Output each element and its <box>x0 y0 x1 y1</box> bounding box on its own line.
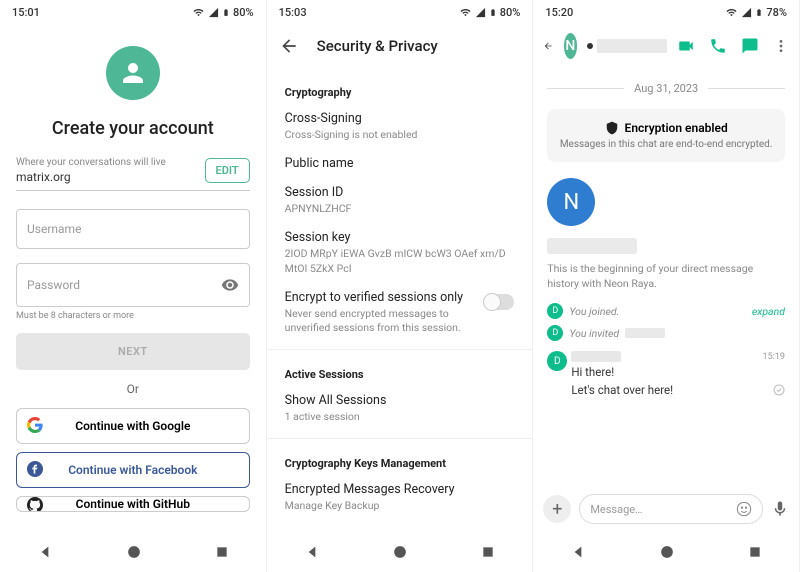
wifi-icon <box>725 7 738 18</box>
nav-recent-icon[interactable] <box>748 545 762 559</box>
nav-back-icon[interactable] <box>570 544 586 560</box>
page-title: Security & Privacy <box>317 37 438 55</box>
section-active-sessions: Active Sessions <box>285 368 515 381</box>
status-time: 15:03 <box>279 6 307 19</box>
status-bar: 15:20 78% <box>533 0 799 24</box>
video-call-icon[interactable] <box>677 37 695 55</box>
message-time: 15:19 <box>763 352 785 362</box>
setting-encrypted-recovery[interactable]: Encrypted Messages Recovery Manage Key B… <box>285 482 515 513</box>
wifi-icon <box>459 7 472 18</box>
edit-server-button[interactable]: EDIT <box>205 158 250 183</box>
section-keys-management: Cryptography Keys Management <box>285 457 515 470</box>
system-event-invited: D You invited <box>547 325 785 341</box>
shield-icon <box>605 121 619 135</box>
nav-recent-icon[interactable] <box>481 545 495 559</box>
android-nav-bar <box>267 532 533 572</box>
nav-home-icon[interactable] <box>660 545 674 559</box>
chat-avatar[interactable]: N <box>564 33 577 59</box>
battery-pct: 78% <box>766 6 787 19</box>
room-avatar: N <box>547 178 595 226</box>
divider <box>267 349 533 350</box>
status-bar: 15:01 80% <box>0 0 266 24</box>
chat-title-area[interactable] <box>587 39 667 53</box>
page-title: Create your account <box>52 118 214 139</box>
presence-dot-icon <box>587 43 593 49</box>
message-input[interactable]: Message… <box>579 494 763 524</box>
mic-icon[interactable] <box>771 500 789 518</box>
continue-github-button[interactable]: Continue with GitHub <box>16 496 250 512</box>
status-icons: 80% <box>192 6 254 19</box>
nav-recent-icon[interactable] <box>215 545 229 559</box>
more-options-icon[interactable] <box>773 38 789 54</box>
nav-home-icon[interactable] <box>127 545 141 559</box>
back-arrow-icon[interactable] <box>543 36 553 56</box>
wifi-icon <box>192 7 205 18</box>
divider <box>267 438 533 439</box>
status-icons: 78% <box>725 6 787 19</box>
signal-icon <box>208 7 219 18</box>
battery-icon <box>755 6 763 19</box>
section-cryptography: Cryptography <box>285 86 515 99</box>
android-nav-bar <box>0 532 266 572</box>
server-label: Where your conversations will live <box>16 157 166 168</box>
setting-show-all-sessions[interactable]: Show All Sessions 1 active session <box>285 393 515 424</box>
setting-session-key[interactable]: Session key 2IOD MRpY iEWA GvzB mICW bcW… <box>285 230 515 275</box>
signal-icon <box>475 7 486 18</box>
attach-button[interactable]: + <box>543 495 571 523</box>
threads-icon[interactable] <box>741 37 759 55</box>
message-avatar: D <box>547 351 567 371</box>
date-divider: Aug 31, 2023 <box>634 82 698 95</box>
continue-facebook-button[interactable]: Continue with Facebook <box>16 452 250 488</box>
battery-pct: 80% <box>500 6 521 19</box>
status-bar: 15:03 80% <box>267 0 533 24</box>
google-icon <box>27 417 43 436</box>
facebook-icon <box>27 461 43 480</box>
room-beginning-text: This is the beginning of your direct mes… <box>547 262 785 291</box>
voice-call-icon[interactable] <box>709 37 727 55</box>
encryption-card: Encryption enabled Messages in this chat… <box>547 109 785 162</box>
nav-back-icon[interactable] <box>304 544 320 560</box>
continue-google-button[interactable]: Continue with Google <box>16 408 250 444</box>
password-helper: Must be 8 characters or more <box>16 311 134 321</box>
emoji-icon[interactable] <box>736 501 752 517</box>
android-nav-bar <box>533 532 799 572</box>
message-text: Let's chat over here! <box>571 383 673 397</box>
back-arrow-icon[interactable] <box>279 36 299 56</box>
setting-encrypt-verified[interactable]: Encrypt to verified sessions only Never … <box>285 290 515 335</box>
nav-back-icon[interactable] <box>37 544 53 560</box>
setting-session-id[interactable]: Session ID APNYNLZHCF <box>285 185 515 216</box>
github-icon <box>27 497 43 512</box>
chat-name-redacted <box>597 39 667 53</box>
nav-home-icon[interactable] <box>393 545 407 559</box>
status-time: 15:20 <box>545 6 573 19</box>
message-text: Hi there! <box>571 365 785 379</box>
next-button[interactable]: NEXT <box>16 333 250 370</box>
battery-pct: 80% <box>233 6 254 19</box>
system-event-joined: D You joined. expand <box>547 303 785 319</box>
visibility-icon[interactable] <box>221 276 239 294</box>
status-icons: 80% <box>459 6 521 19</box>
setting-cross-signing[interactable]: Cross-Signing Cross-Signing is not enabl… <box>285 111 515 142</box>
status-time: 15:01 <box>12 6 40 19</box>
username-input[interactable]: Username <box>16 209 250 249</box>
battery-icon <box>222 6 230 19</box>
setting-public-name[interactable]: Public name <box>285 156 515 171</box>
server-name: matrix.org <box>16 170 166 184</box>
signal-icon <box>741 7 752 18</box>
expand-link[interactable]: expand <box>752 305 785 318</box>
or-divider: Or <box>127 382 139 396</box>
sender-redacted <box>571 351 621 362</box>
sent-check-icon <box>773 384 785 396</box>
encrypt-verified-toggle[interactable] <box>484 294 514 310</box>
password-input[interactable]: Password <box>16 263 250 307</box>
account-avatar-placeholder <box>106 46 160 100</box>
battery-icon <box>489 6 497 19</box>
invitee-redacted <box>625 328 665 338</box>
room-name-redacted <box>547 238 637 254</box>
